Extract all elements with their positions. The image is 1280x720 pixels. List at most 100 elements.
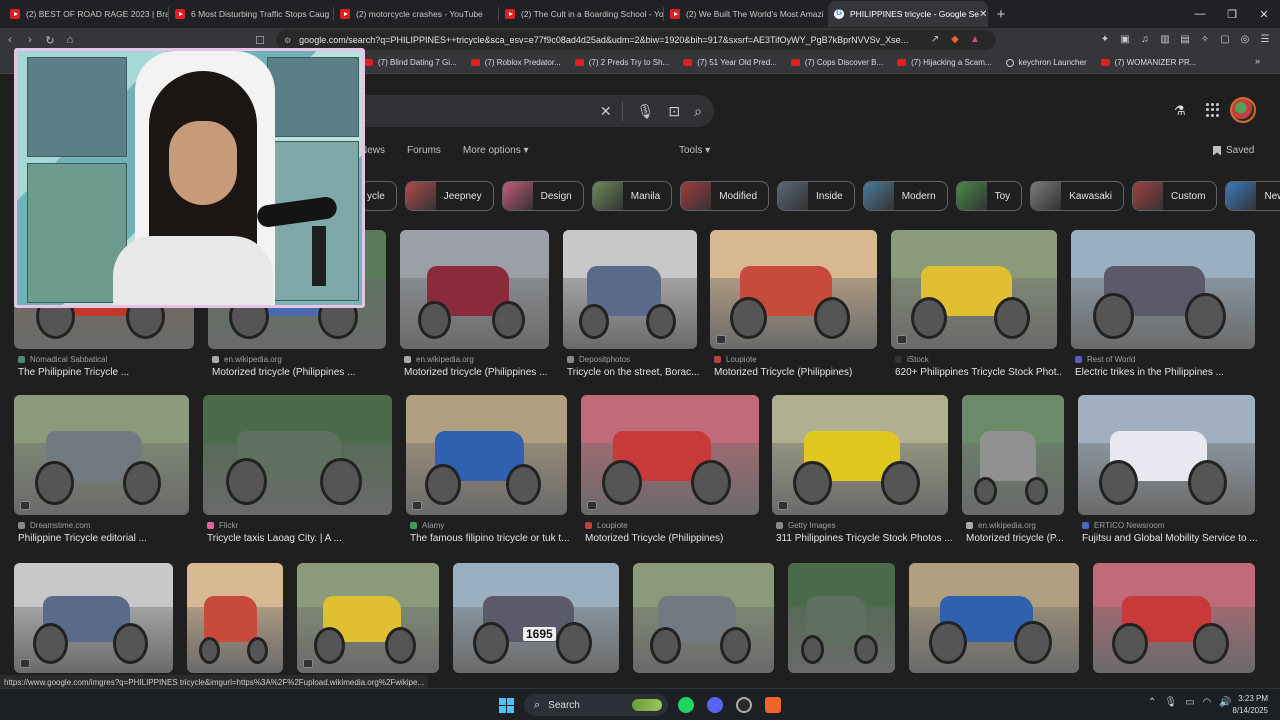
chip-1[interactable]: Jeepney [404,181,494,211]
brave-rewards-icon[interactable]: ▲ [968,32,982,46]
network-icon[interactable]: ◠ [1203,697,1212,708]
bookmark-item[interactable]: (7) Cops Discover B... [790,58,883,67]
result-title[interactable]: Motorized tricycle (Philippines ... [212,367,390,378]
home-icon[interactable]: ⌂ [60,34,80,46]
clock[interactable]: 3:23 PM 8/14/2025 [1224,693,1268,717]
result-thumbnail[interactable] [891,230,1057,349]
result-title[interactable]: Tricycle taxis Laoag City. | A ... [207,533,396,544]
result-thumbnail[interactable] [453,563,619,673]
chip-5[interactable]: Inside [777,181,855,211]
result-title[interactable]: The famous filipino tricycle or tuk t... [410,533,571,544]
lens-icon[interactable]: ⊡ [668,103,680,120]
result-thumbnail[interactable] [203,395,392,515]
result-source[interactable]: en.wikipedia.org [966,521,1036,530]
result-title[interactable]: Electric trikes in the Philippines ... [1075,367,1259,378]
image-result[interactable]: Alamy The famous filipino tricycle or tuk… [406,395,570,555]
result-thumbnail[interactable] [14,563,173,673]
spotify-icon[interactable] [678,697,694,713]
close-tab-icon[interactable]: ✕ [979,9,987,20]
tab-road-rage[interactable]: (2) BEST OF ROAD RAGE 2023 | Brake [4,1,168,27]
search-icon[interactable]: ⌕ [694,103,702,120]
result-source[interactable]: Alamy [410,521,444,530]
labs-flask-icon[interactable]: ⚗ [1174,103,1186,119]
discord-icon[interactable] [707,697,723,713]
search-box[interactable]: ✕ 🎙 ⊡ ⌕ [340,95,714,127]
image-result[interactable]: iStock 620+ Philippines Tricycle Stock Ph… [891,230,1061,389]
result-source[interactable]: Dreamstime.com [18,521,90,530]
result-title[interactable]: Motorized Tricycle (Philippines) [714,367,881,378]
tab-motorcycle-crashes[interactable]: (2) motorcycle crashes - YouTube [334,1,498,27]
chip-3[interactable]: Manila [591,181,673,211]
result-thumbnail[interactable] [909,563,1079,673]
google-apps-icon[interactable] [1206,103,1220,117]
saved-button[interactable]: Saved [1213,145,1254,156]
result-thumbnail[interactable] [1093,563,1255,673]
filter-forums[interactable]: Forums [407,145,441,156]
tab-philippines-tricycle[interactable]: PHILIPPINES tricycle - Google Se✕ [828,1,988,27]
tab-traffic-stops[interactable]: 6 Most Disturbing Traffic Stops Caug [169,1,333,27]
image-result[interactable]: en.wikipedia.org Motorized tricycle (P... [962,395,1064,555]
image-result[interactable]: Dreamstime.com Philippine Tricycle editor… [14,395,189,555]
image-result[interactable]: Getty Images 311 Philippines Tricycle Sto… [772,395,952,555]
address-bar[interactable]: ⚙ google.com/search?q=PHILIPPINES++tricy… [276,30,996,50]
result-source[interactable]: Rest of World [1075,355,1135,364]
result-thumbnail[interactable] [962,395,1064,515]
image-result[interactable]: en.wikipedia.org Motorized tricycle (Phil… [400,230,549,389]
image-result[interactable]: Depositphotos Tricycle on the street, Bor… [563,230,699,389]
clear-search-icon[interactable]: ✕ [600,103,612,120]
result-title[interactable]: 620+ Philippines Tricycle Stock Phot... [895,367,1061,378]
wallet-icon[interactable]: ▢ [1218,32,1232,46]
result-source[interactable]: Flickr [207,521,238,530]
result-source[interactable]: en.wikipedia.org [404,355,474,364]
share-icon[interactable]: ↗ [928,32,942,46]
result-source[interactable]: iStock [895,355,929,364]
chip-2[interactable]: Design [501,181,584,211]
obs-icon[interactable] [736,697,752,713]
chip-0[interactable]: ycle [360,181,397,211]
bookmark-item[interactable]: (7) 2 Preds Try to Sh... [574,58,669,67]
result-source[interactable]: Loupiote [714,355,757,364]
result-thumbnail[interactable] [406,395,567,515]
image-result[interactable]: ERTICO Newsroom Fujitsu and Global Mobili… [1078,395,1258,555]
vpn-icon[interactable]: ◎ [1238,32,1252,46]
bookmark-item[interactable]: (7) 51 Year Old Pred... [683,58,777,67]
result-source[interactable]: ERTICO Newsroom [1082,521,1165,530]
bookmarks-overflow-button[interactable]: » [1255,56,1260,66]
result-thumbnail[interactable] [581,395,759,515]
image-result[interactable]: Rest of World Electric trikes in the Phil… [1071,230,1255,389]
result-thumbnail[interactable] [1071,230,1255,349]
sidebar-icon[interactable]: ▥ [1158,32,1172,46]
forward-icon[interactable]: › [20,34,40,46]
image-result[interactable]: Loupiote Motorized Tricycle (Philippines) [710,230,877,389]
chip-8[interactable]: Kawasaki [1030,181,1124,211]
bookmark-item[interactable]: keychron Launcher [1005,58,1087,67]
result-source[interactable]: en.wikipedia.org [212,355,282,364]
filter-more-options[interactable]: More options ▾ [463,145,529,156]
chip-7[interactable]: Toy [955,181,1023,211]
result-thumbnail[interactable] [710,230,877,349]
image-result[interactable]: Loupiote Motorized Tricycle (Philippines) [581,395,759,555]
result-title[interactable]: Fujitsu and Global Mobility Service to .… [1082,533,1259,544]
extension-icon[interactable]: ✦ [1098,32,1112,46]
start-button[interactable] [499,698,514,713]
chip-10[interactable]: New [1225,181,1280,211]
result-source[interactable]: Getty Images [776,521,836,530]
result-thumbnail[interactable] [1078,395,1255,515]
reload-icon[interactable]: ↻ [40,34,60,47]
result-title[interactable]: Philippine Tricycle editorial ... [18,533,193,544]
result-title[interactable]: Motorized tricycle (Philippines ... [404,367,553,378]
menu-icon[interactable]: ☰ [1258,32,1272,46]
brave-shield-icon[interactable]: ◆ [948,32,962,46]
minimize-icon[interactable]: — [1184,8,1216,21]
result-thumbnail[interactable] [14,395,189,515]
result-thumbnail[interactable] [563,230,697,349]
tools-button[interactable]: Tools ▾ [679,145,710,156]
taskbar-search[interactable]: ⌕ Search [524,694,668,716]
back-icon[interactable]: ‹ [0,34,20,46]
result-thumbnail[interactable] [772,395,948,515]
chip-9[interactable]: Custom [1132,181,1218,211]
result-thumbnail[interactable] [297,563,439,673]
mic-tray-icon[interactable]: 🎙 [1164,697,1177,708]
chevron-up-icon[interactable]: ⌃ [1148,697,1156,708]
ai-icon[interactable]: ✧ [1198,32,1212,46]
